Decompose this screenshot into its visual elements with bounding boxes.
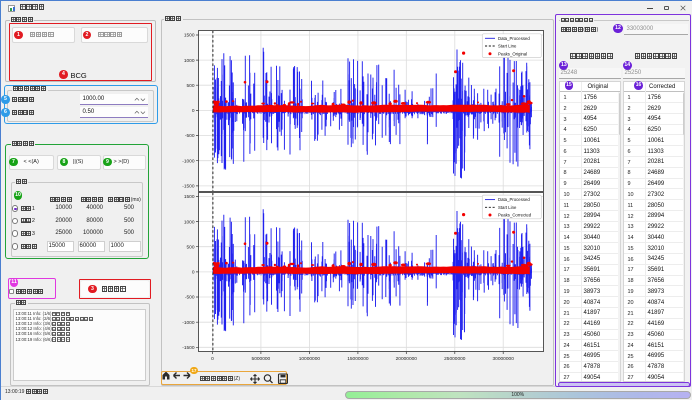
- svg-text:Peaks_Corrected: Peaks_Corrected: [498, 213, 532, 218]
- svg-text:1000: 1000: [184, 58, 195, 64]
- svg-text:0: 0: [211, 356, 214, 362]
- svg-text:Start Line: Start Line: [498, 205, 517, 210]
- svg-text:30000000: 30000000: [493, 356, 515, 362]
- svg-text:5000000: 5000000: [252, 356, 271, 362]
- svg-text:20000000: 20000000: [396, 356, 418, 362]
- svg-text:25000000: 25000000: [444, 356, 466, 362]
- svg-text:-500: -500: [185, 133, 195, 139]
- svg-text:Start Line: Start Line: [498, 44, 517, 49]
- svg-text:-1000: -1000: [182, 320, 195, 326]
- svg-text:10000000: 10000000: [299, 356, 321, 362]
- svg-text:0: 0: [192, 270, 195, 276]
- svg-text:0: 0: [192, 108, 195, 114]
- svg-text:-1000: -1000: [182, 158, 195, 164]
- svg-text:1000: 1000: [184, 219, 195, 225]
- svg-text:Data_Processed: Data_Processed: [498, 36, 530, 41]
- svg-text:15000000: 15000000: [347, 356, 369, 362]
- svg-text:1500: 1500: [184, 194, 195, 200]
- svg-text:-500: -500: [185, 295, 195, 301]
- svg-text:Peaks_Original: Peaks_Original: [498, 51, 527, 56]
- svg-text:-1500: -1500: [182, 345, 195, 351]
- svg-text:500: 500: [186, 83, 194, 89]
- svg-text:-1500: -1500: [182, 184, 195, 190]
- svg-text:Data_Processed: Data_Processed: [498, 197, 530, 202]
- svg-text:1500: 1500: [184, 33, 195, 39]
- svg-text:500: 500: [186, 244, 194, 250]
